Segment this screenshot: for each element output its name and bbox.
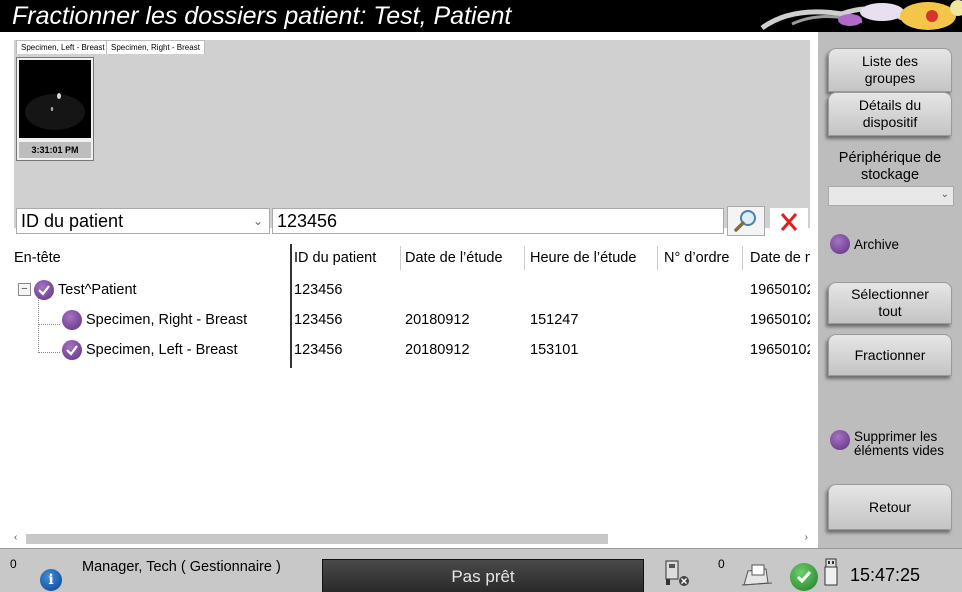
archive-radio[interactable]: [830, 234, 850, 254]
image-thumbnail[interactable]: 3:31:01 PM: [16, 57, 94, 161]
usb-device-icon[interactable]: [822, 557, 840, 589]
delete-empty-radio[interactable]: [830, 430, 850, 450]
status-ok-icon[interactable]: [790, 563, 818, 591]
column-header-study-time[interactable]: Heure de l’étude: [530, 244, 658, 272]
search-input[interactable]: [272, 208, 724, 234]
group-list-button[interactable]: Liste des groupes: [828, 48, 952, 92]
column-divider: [742, 246, 743, 270]
column-divider: [400, 246, 401, 270]
cell-patient-id: 123456: [294, 282, 343, 298]
main-area: Specimen, Left - Breast Specimen, Right …: [0, 32, 818, 548]
cell-order-number: [664, 336, 742, 364]
column-divider: [657, 246, 658, 270]
cell-birth-date: 19650102: [750, 282, 810, 298]
row-label-specimen-right[interactable]: Specimen, Right - Breast: [86, 306, 288, 334]
row-label-specimen-left[interactable]: Specimen, Left - Breast: [86, 336, 288, 364]
clear-search-button[interactable]: [770, 208, 808, 236]
cell-order-number: [664, 276, 742, 304]
cell-birth-date: 19650102: [750, 342, 810, 358]
thumbnail-tab-right-breast[interactable]: Specimen, Right - Breast: [106, 40, 205, 54]
scroll-right-icon[interactable]: ›: [805, 532, 808, 543]
system-status: Pas prêt: [322, 559, 644, 592]
tree-connector: [38, 324, 60, 325]
window-title: Fractionner les dossiers patient: Test, …: [12, 2, 512, 30]
cell-order-number: [664, 306, 742, 334]
cell-patient-id: 123456: [294, 312, 343, 328]
cell-patient-id: 123456: [294, 342, 343, 358]
cell-study-date: 20180912: [405, 342, 470, 358]
thumbnail-image: [19, 60, 91, 138]
checked-circle-icon[interactable]: [34, 280, 54, 300]
thumbnail-time: 3:31:01 PM: [19, 142, 91, 158]
cell-study-time: [530, 276, 656, 304]
cell-study-date: 20180912: [405, 312, 470, 328]
unchecked-circle-icon[interactable]: [62, 310, 82, 330]
cell-study-time: 153101: [530, 342, 579, 358]
column-header-birth-date[interactable]: Date de naissance: [750, 244, 810, 272]
collapse-toggle[interactable]: −: [18, 283, 31, 296]
back-button[interactable]: Retour: [828, 484, 952, 530]
search-type-value: ID du patient: [21, 211, 124, 231]
column-divider: [524, 246, 525, 270]
cell-study-time: 151247: [530, 312, 579, 328]
select-all-button[interactable]: Sélectionner tout: [828, 282, 952, 324]
thumbnail-strip: Specimen, Left - Breast Specimen, Right …: [14, 40, 810, 228]
magnifier-icon: [734, 210, 756, 232]
current-user[interactable]: Manager, Tech ( Gestionnaire ): [82, 559, 281, 575]
row-label-patient[interactable]: Test^Patient: [58, 276, 288, 304]
scrollbar-thumb[interactable]: [26, 534, 608, 544]
column-header-study-date[interactable]: Date de l’étude: [405, 244, 525, 272]
cell-study-date: [405, 276, 523, 304]
chevron-down-icon: ⌄: [940, 189, 949, 200]
header-flower-decoration: [732, 0, 962, 32]
cell-birth-date: 19650102: [750, 312, 810, 328]
storage-device-label: Périphérique de stockage: [838, 150, 942, 183]
thumbnail-tab-left-breast[interactable]: Specimen, Left - Breast: [16, 40, 110, 54]
scroll-left-icon[interactable]: ‹: [14, 532, 17, 543]
search-type-select[interactable]: ID du patient ⌄: [16, 208, 270, 234]
column-header-order-number[interactable]: N° d’ordre: [664, 244, 744, 272]
patient-records-table: En-tête ID du patient Date de l’étude He…: [12, 244, 812, 536]
info-icon[interactable]: i: [40, 569, 62, 591]
horizontal-scrollbar[interactable]: ‹ ›: [12, 530, 812, 548]
checked-circle-icon[interactable]: [62, 340, 82, 360]
archive-label: Archive: [854, 237, 900, 252]
status-bar: 0 i Manager, Tech ( Gestionnaire ) Pas p…: [0, 548, 962, 592]
device-details-button[interactable]: Détails du dispositif: [828, 92, 952, 136]
queue-count: 0: [718, 557, 725, 571]
right-action-panel: Liste des groupes Détails du dispositif …: [818, 32, 962, 548]
column-header-patient-id[interactable]: ID du patient: [294, 244, 398, 272]
storage-device-select[interactable]: ⌄: [828, 186, 954, 206]
message-count: 0: [10, 557, 17, 571]
first-column-divider: [290, 244, 292, 368]
delete-empty-label: Supprimer les éléments vides: [854, 429, 945, 458]
tree-connector: [38, 352, 60, 353]
search-button[interactable]: [727, 206, 765, 236]
title-bar: Fractionner les dossiers patient: Test, …: [0, 0, 962, 32]
print-queue-icon[interactable]: [740, 561, 780, 589]
column-header-heading[interactable]: En-tête: [14, 244, 284, 272]
split-button[interactable]: Fractionner: [828, 334, 952, 376]
close-icon: [780, 213, 798, 231]
clock: 15:47:25: [850, 565, 921, 585]
chevron-down-icon: ⌄: [252, 214, 263, 228]
network-disconnected-icon[interactable]: [662, 559, 692, 589]
